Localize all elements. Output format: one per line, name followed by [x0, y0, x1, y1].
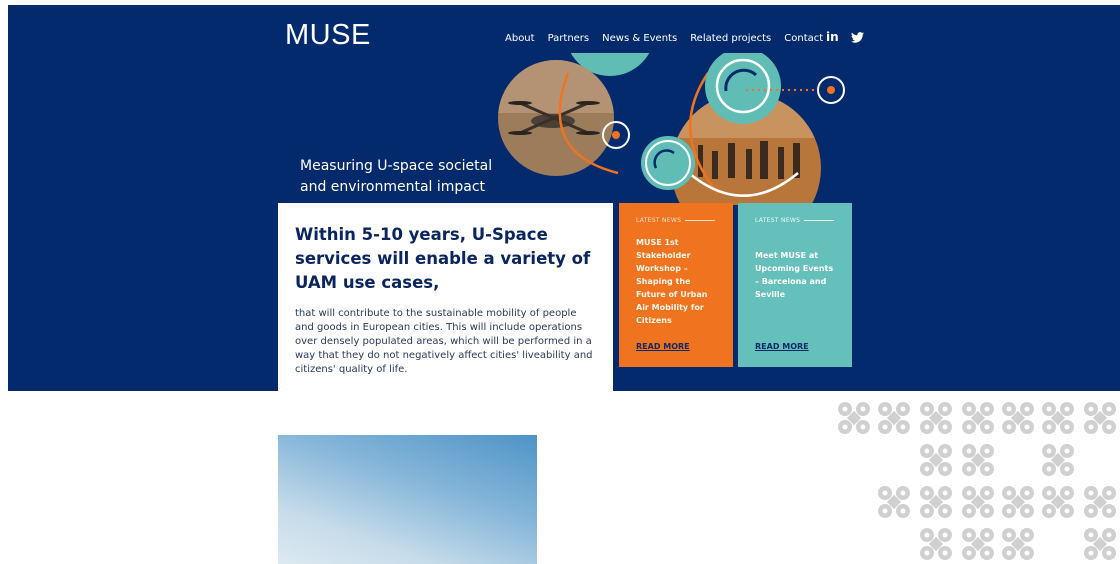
muse-logo[interactable]: MUSE	[285, 19, 371, 52]
social-links: in	[826, 30, 864, 44]
drone-shape-icon	[1002, 486, 1034, 518]
drone-shape-icon	[962, 444, 994, 476]
read-more-link[interactable]: READ MORE	[755, 342, 809, 351]
linkedin-icon[interactable]: in	[826, 30, 839, 44]
drone-shape-icon	[1084, 402, 1116, 434]
drone-shape-icon	[1002, 528, 1034, 560]
drone-shape-icon	[920, 444, 952, 476]
drone-shape-icon	[920, 402, 952, 434]
hero-tagline: Measuring U-space societal and environme…	[300, 156, 492, 198]
drone-shape-icon	[838, 402, 870, 434]
drone-shape-icon	[1084, 486, 1116, 518]
nav-contact[interactable]: Contact	[784, 33, 823, 44]
hero-illustration	[498, 53, 845, 205]
news-title[interactable]: MUSE 1st Stakeholder Workshop – Shaping …	[636, 236, 716, 327]
drone-shape-icon	[1002, 402, 1034, 434]
intro-card: Within 5-10 years, U-Space services will…	[278, 203, 613, 398]
news-label: LATEST NEWS	[636, 217, 716, 224]
sky-image	[278, 435, 537, 564]
drone-shape-icon	[920, 528, 952, 560]
news-card-1[interactable]: LATEST NEWS MUSE 1st Stakeholder Worksho…	[619, 203, 733, 367]
intro-body: that will contribute to the sustainable …	[295, 308, 593, 375]
drone-shape-icon	[962, 402, 994, 434]
news-label: LATEST NEWS	[755, 217, 835, 224]
news-card-2[interactable]: LATEST NEWS Meet MUSE at Upcoming Events…	[738, 203, 852, 367]
read-more-link[interactable]: READ MORE	[636, 342, 690, 351]
drone-shape-icon	[1042, 402, 1074, 434]
nav-about[interactable]: About	[505, 33, 535, 44]
drone-pattern	[838, 402, 1116, 560]
nav-news-events[interactable]: News & Events	[602, 33, 677, 44]
news-title[interactable]: Meet MUSE at Upcoming Events – Barcelona…	[755, 249, 835, 301]
teal-circle-small	[641, 136, 695, 190]
drone-shape-icon	[878, 402, 910, 434]
drone-shape-icon	[1084, 528, 1116, 560]
twitter-icon[interactable]	[850, 31, 864, 43]
drone-shape-icon	[1042, 444, 1074, 476]
nav-partners[interactable]: Partners	[548, 33, 590, 44]
nav-related-projects[interactable]: Related projects	[690, 33, 771, 44]
drone-shape-icon	[962, 486, 994, 518]
drone-shape-icon	[920, 486, 952, 518]
tagline-line-1: Measuring U-space societal	[300, 158, 493, 174]
main-nav: About Partners News & Events Related pro…	[505, 33, 823, 44]
drone-shape-icon	[1042, 486, 1074, 518]
tagline-line-2: and environmental impact	[300, 179, 486, 195]
drone-shape-icon	[878, 486, 910, 518]
intro-heading: Within 5-10 years, U-Space services will…	[295, 225, 591, 292]
drone-shape-icon	[962, 528, 994, 560]
target-circle-icon-right	[817, 76, 845, 104]
